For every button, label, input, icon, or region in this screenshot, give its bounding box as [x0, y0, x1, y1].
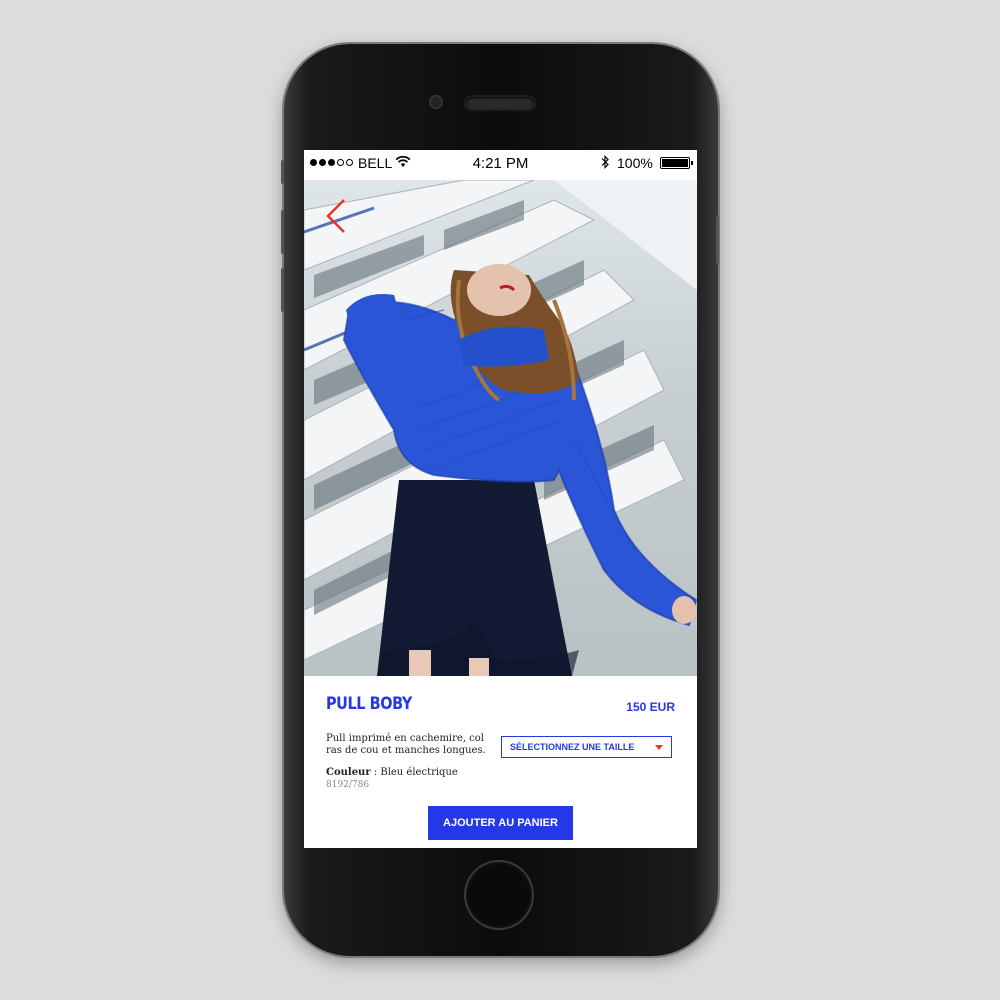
- home-button[interactable]: [466, 862, 532, 928]
- product-description: Pull imprimé en cachemire, col ras de co…: [326, 733, 486, 756]
- volume-up-button: [281, 210, 284, 254]
- battery-icon: [660, 157, 693, 169]
- product-sku: 8192/786: [326, 780, 370, 790]
- color-label: Couleur: [326, 767, 371, 778]
- volume-down-button: [281, 268, 284, 312]
- product-details-panel: PULL BOBY 150 EUR Pull imprimé en cachem…: [304, 676, 697, 848]
- chevron-left-icon[interactable]: [322, 196, 352, 236]
- color-separator: :: [370, 767, 381, 778]
- color-value: Bleu électrique: [380, 767, 458, 778]
- product-photo-illustration: [304, 180, 697, 676]
- caret-down-icon: [655, 745, 663, 750]
- add-to-cart-button[interactable]: AJOUTER AU PANIER: [428, 806, 573, 840]
- size-dropdown-label: SÉLECTIONNEZ UNE TAILLE: [510, 742, 635, 752]
- earpiece-speaker: [466, 97, 534, 109]
- bluetooth-icon: [601, 155, 609, 169]
- product-price: 150 EUR: [626, 700, 675, 714]
- product-color: Couleur : Bleu électrique: [326, 767, 458, 778]
- product-title: PULL BOBY: [326, 694, 412, 714]
- power-button: [716, 215, 719, 265]
- app-screen: BELL 4:21 PM 100% PULL BOBY 150 EUR Pull…: [304, 150, 697, 848]
- battery-percentage: 100%: [617, 155, 653, 171]
- front-camera: [429, 95, 443, 109]
- status-bar: BELL 4:21 PM 100%: [304, 150, 697, 176]
- mute-switch: [281, 160, 284, 184]
- product-photo: [304, 180, 697, 676]
- size-dropdown[interactable]: SÉLECTIONNEZ UNE TAILLE: [501, 736, 672, 758]
